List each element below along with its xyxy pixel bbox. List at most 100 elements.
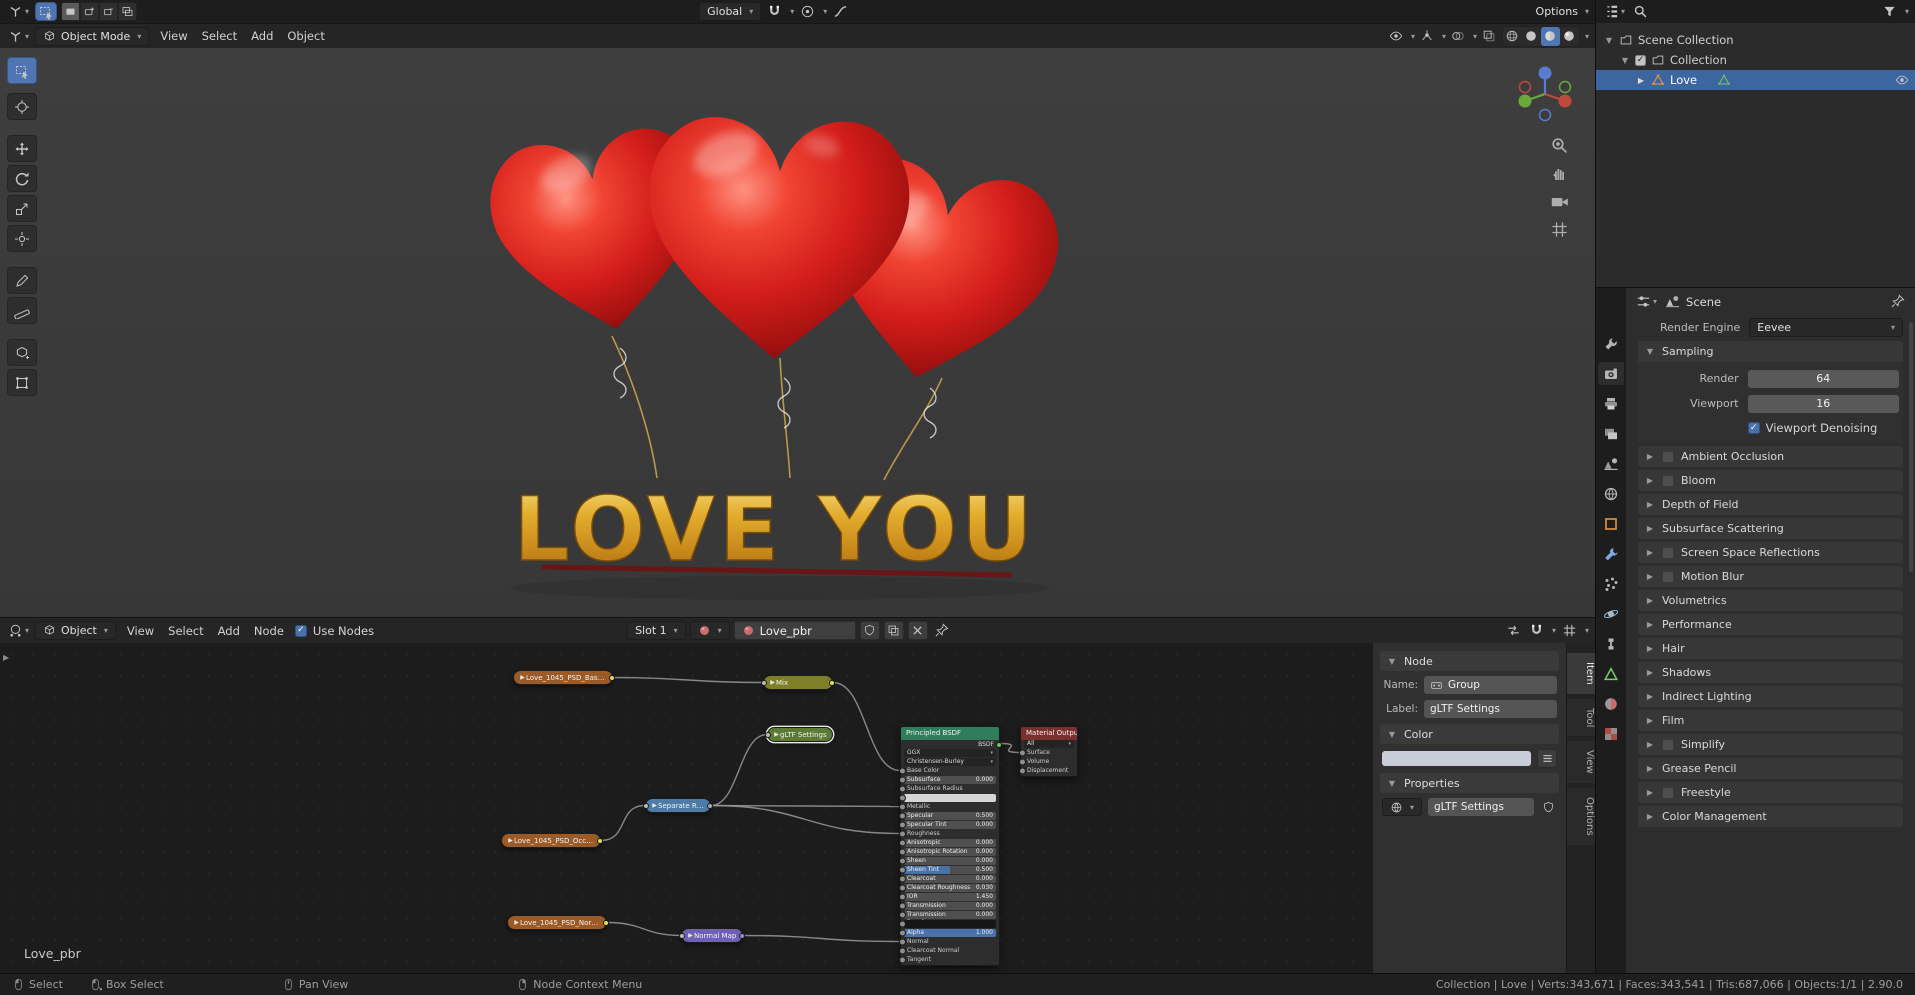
node-principled-bsdf[interactable]: Principled BSDF BSDF GGX ▾ Christensen-Burle… <box>900 726 1002 966</box>
panel-film[interactable]: ▶ Film <box>1638 710 1903 731</box>
active-tool-indicator[interactable] <box>35 2 58 21</box>
sidebar-tab-tool[interactable]: Tool <box>1567 698 1595 737</box>
tool-scale-cage[interactable] <box>7 369 37 396</box>
viewport-denoising-checkbox[interactable] <box>1747 422 1760 434</box>
property-shield-button[interactable] <box>1540 800 1557 815</box>
panel-indirect-lighting[interactable]: ▶ Indirect Lighting <box>1638 686 1903 707</box>
fake-user-button[interactable] <box>859 621 880 640</box>
properties-tab-object[interactable] <box>1598 512 1624 535</box>
sidebar-tab-item[interactable]: Item <box>1567 653 1595 694</box>
properties-tab-material[interactable] <box>1598 692 1624 715</box>
editor-type-button-viewport[interactable]: ▾ <box>6 3 31 20</box>
shader-menu-add[interactable]: Add <box>211 624 247 638</box>
mode-dropdown[interactable]: Object Mode ▾ <box>35 26 150 46</box>
sampling-viewport-field[interactable]: 16 <box>1747 394 1899 413</box>
node-mix[interactable]: ▶ Mix <box>761 675 835 690</box>
pin-button[interactable] <box>932 622 951 639</box>
tool-transform[interactable] <box>7 225 37 252</box>
tool-add-cube[interactable] <box>7 339 37 366</box>
panel-bloom[interactable]: ▶ Bloom <box>1638 470 1903 491</box>
color-panel-header[interactable]: ▼ Color <box>1380 724 1559 744</box>
use-nodes-checkbox[interactable] <box>294 624 307 637</box>
editor-type-button-viewport2[interactable]: ▾ <box>6 28 31 45</box>
toggle-orthographic-button[interactable] <box>1550 220 1569 239</box>
panel-volumetrics[interactable]: ▶ Volumetrics <box>1638 590 1903 611</box>
outliner-search-button[interactable] <box>1631 3 1650 20</box>
sidebar-tab-view[interactable]: View <box>1567 741 1595 783</box>
toggle-xray-button[interactable] <box>1480 27 1499 46</box>
transform-orientation-dropdown[interactable]: Global ▾ <box>699 2 762 21</box>
shading-solid-button[interactable] <box>1522 27 1541 46</box>
panel-freestyle[interactable]: ▶ Freestyle <box>1638 782 1903 803</box>
snap-toggle-button[interactable] <box>765 3 784 20</box>
properties-tab-output[interactable] <box>1598 392 1624 415</box>
node-tex-normal[interactable]: ▶Love_1045_PSD_NormalMap.jpg <box>507 915 609 930</box>
panel-subsurface-scattering[interactable]: ▶ Subsurface Scattering <box>1638 518 1903 539</box>
tool-annotate[interactable] <box>7 267 37 294</box>
shading-material-preview-button[interactable] <box>1540 26 1560 46</box>
proportional-editing-button[interactable] <box>798 3 817 20</box>
show-object-types-dropdown[interactable] <box>1387 27 1406 46</box>
simplify-checkbox[interactable] <box>1662 738 1674 751</box>
node-name-field[interactable]: Group <box>1424 676 1557 694</box>
outliner-filter-button[interactable] <box>1880 3 1899 20</box>
gltf-settings-property[interactable]: gLTF Settings <box>1428 798 1534 816</box>
properties-tab-modifiers[interactable] <box>1598 542 1624 565</box>
properties-tab-tool[interactable] <box>1598 332 1624 355</box>
panel-color-management[interactable]: ▶ Color Management <box>1638 806 1903 827</box>
select-mode-extend-button[interactable] <box>80 2 100 21</box>
node-panel-header[interactable]: ▼ Node <box>1380 651 1559 671</box>
properties-tab-object-data[interactable] <box>1598 662 1624 685</box>
panel-motion-blur[interactable]: ▶ Motion Blur <box>1638 566 1903 587</box>
ambient-occlusion-checkbox[interactable] <box>1662 450 1674 463</box>
color-presets-button[interactable] <box>1537 748 1557 768</box>
properties-tab-render[interactable] <box>1598 362 1624 385</box>
node-normal-map[interactable]: ▶ Normal Map <box>679 928 745 943</box>
viewport-menu-view[interactable]: View <box>153 29 194 43</box>
tool-select-box[interactable] <box>7 57 37 84</box>
shader-menu-select[interactable]: Select <box>161 624 210 638</box>
panel-hair[interactable]: ▶ Hair <box>1638 638 1903 659</box>
property-type-dropdown[interactable]: ▾ <box>1382 798 1423 816</box>
properties-tab-physics[interactable] <box>1598 602 1624 625</box>
outliner-tree[interactable]: ▼ Scene Collection ▼ Collection ▶ Love <box>1596 23 1915 287</box>
new-material-button[interactable] <box>883 621 904 640</box>
properties-tab-world[interactable] <box>1598 482 1624 505</box>
browse-material-button[interactable]: ▾ <box>689 621 730 640</box>
viewport-menu-add[interactable]: Add <box>244 29 280 43</box>
properties-tab-constraints[interactable] <box>1598 632 1624 655</box>
unlink-material-button[interactable] <box>907 621 928 640</box>
panel-screen-space-reflections[interactable]: ▶ Screen Space Reflections <box>1638 542 1903 563</box>
select-mode-subtract-button[interactable] <box>99 2 119 21</box>
panel-grease-pencil[interactable]: ▶ Grease Pencil <box>1638 758 1903 779</box>
visibility-eye-icon[interactable] <box>1895 73 1909 87</box>
freestyle-checkbox[interactable] <box>1662 786 1674 799</box>
overlays-dropdown[interactable] <box>1449 27 1468 46</box>
properties-tab-texture[interactable] <box>1598 722 1624 745</box>
sidebar-tab-options[interactable]: Options <box>1567 787 1595 845</box>
sampling-render-field[interactable]: 64 <box>1747 369 1899 388</box>
sidebar-toggle-arrow[interactable]: ▶ <box>3 653 9 662</box>
panel-performance[interactable]: ▶ Performance <box>1638 614 1903 635</box>
shader-menu-view[interactable]: View <box>120 624 161 638</box>
falloff-button[interactable] <box>831 3 850 20</box>
editor-type-button-outliner[interactable]: ▾ <box>1602 3 1627 20</box>
material-slot-dropdown[interactable]: Slot 1 ▾ <box>627 621 686 640</box>
navigation-gizmo[interactable] <box>1511 60 1579 128</box>
shader-type-dropdown[interactable]: Object ▾ <box>35 621 116 640</box>
collection-exclude-checkbox[interactable] <box>1635 54 1646 66</box>
select-mode-intersect-button[interactable] <box>118 2 138 21</box>
node-tex-basecolor[interactable]: ▶Love_1045_PSD_BaseColor.jpg <box>513 670 615 685</box>
render-engine-dropdown[interactable]: Eevee ▾ <box>1749 318 1903 337</box>
zoom-button[interactable] <box>1550 136 1569 155</box>
node-gltf-settings[interactable]: ▶ gLTF Settings <box>765 727 833 742</box>
row-emission[interactable] <box>904 920 996 928</box>
tool-measure[interactable] <box>7 297 37 324</box>
tool-rotate[interactable] <box>7 165 37 192</box>
shading-rendered-button[interactable] <box>1560 27 1579 46</box>
shader-node-canvas[interactable]: ▶Love_1045_PSD_BaseColor.jpg▶Mix▶gLTF Se… <box>0 643 1595 973</box>
outliner-row-collection[interactable]: ▼ Collection <box>1596 50 1915 70</box>
outliner-row-scene-collection[interactable]: ▼ Scene Collection <box>1596 30 1915 50</box>
tool-move[interactable] <box>7 135 37 162</box>
node-separate-rgb[interactable]: ▶ Separate RGB <box>643 798 713 813</box>
